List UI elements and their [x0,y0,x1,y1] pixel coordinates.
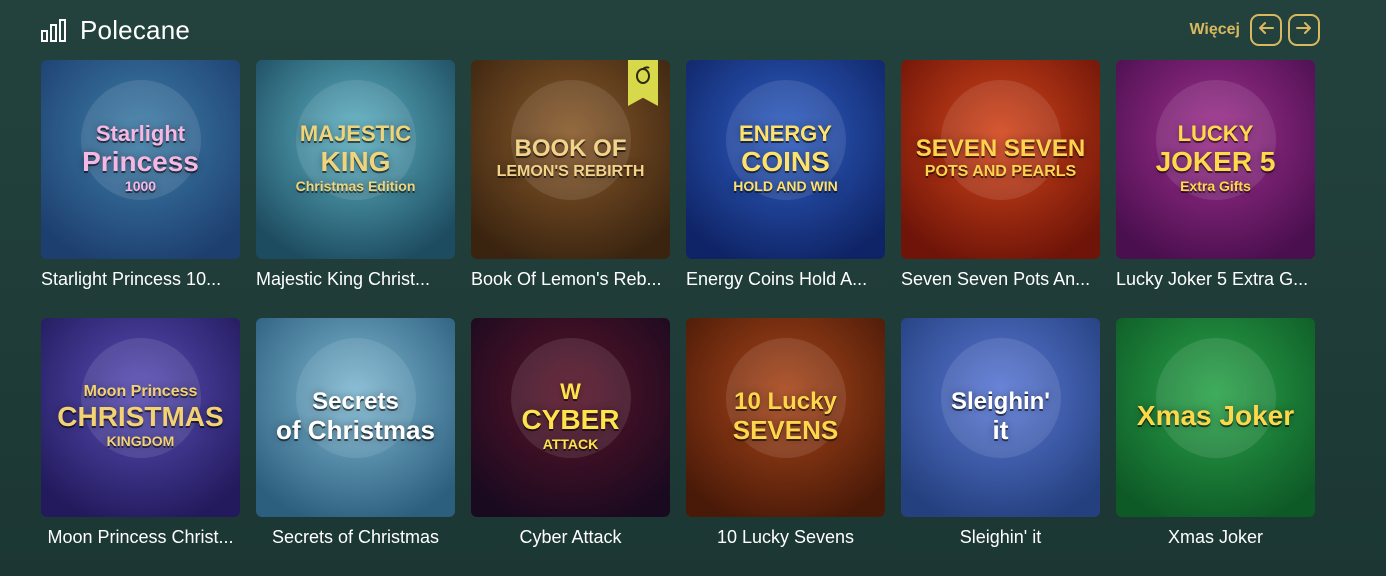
game-logo-text: LUCKY [1177,121,1254,146]
game-thumbnail[interactable]: SEVEN SEVEN POTS AND PEARLS [901,60,1100,259]
arrow-right-icon [1295,21,1313,40]
game-logo-text: ATTACK [542,436,599,452]
arrow-left-icon [1257,21,1275,40]
game-logo-text: KING [320,146,391,177]
game-logo-text: it [992,414,1009,445]
game-logo-art: ENERGY COINS HOLD AND WIN [727,117,843,202]
game-logo-art: LUCKY JOKER 5 Extra Gifts [1150,117,1282,202]
carousel-controls: Więcej [1189,14,1320,46]
game-logo-text: HOLD AND WIN [733,178,838,194]
game-title[interactable]: Majestic King Christ... [256,269,455,293]
game-logo-text: Princess [82,146,199,177]
game-title[interactable]: Sleighin' it [901,527,1100,551]
game-title[interactable]: Moon Princess Christ... [41,527,240,551]
game-logo-art: MAJESTIC KING Christmas Edition [290,117,422,202]
game-logo-art: Starlight Princess 1000 [76,117,205,202]
game-thumbnail[interactable]: LUCKY JOKER 5 Extra Gifts [1116,60,1315,259]
game-logo-text: MAJESTIC [299,121,412,146]
game-tile[interactable]: LUCKY JOKER 5 Extra Gifts Lucky Joker 5 Ext… [1116,60,1315,293]
game-logo-text: 1000 [124,178,157,194]
game-logo-art: Xmas Joker [1131,396,1300,439]
game-tile[interactable]: Moon Princess CHRISTMAS KINGDOM Moon Prince… [41,318,240,551]
game-thumbnail[interactable]: Starlight Princess 1000 [41,60,240,259]
game-title[interactable]: Secrets of Christmas [256,527,455,551]
game-title[interactable]: Book Of Lemon's Reb... [471,269,670,293]
chart-bars-icon [40,16,68,44]
game-title[interactable]: Energy Coins Hold A... [686,269,885,293]
game-tile[interactable]: W CYBER ATTACK Cyber Attack [471,318,670,551]
prev-button[interactable] [1250,14,1282,46]
game-logo-art: BOOK OF LEMON'S REBIRTH [491,131,651,189]
game-logo-art: W CYBER ATTACK [515,375,625,460]
game-logo-text: POTS AND PEARLS [924,162,1077,180]
game-logo-art: Moon Princess CHRISTMAS KINGDOM [51,378,229,457]
game-logo-text: COINS [741,146,830,177]
game-tile[interactable]: Xmas Joker Xmas Joker [1116,318,1315,551]
game-thumbnail[interactable]: MAJESTIC KING Christmas Edition [256,60,455,259]
game-title[interactable]: Lucky Joker 5 Extra G... [1116,269,1315,293]
game-title[interactable]: Xmas Joker [1116,527,1315,551]
game-thumbnail[interactable]: Moon Princess CHRISTMAS KINGDOM [41,318,240,517]
section-title: Polecane [80,14,191,45]
game-title[interactable]: 10 Lucky Sevens [686,527,885,551]
game-logo-art: 10 Lucky SEVENS [727,384,845,452]
game-logo-text: CHRISTMAS [57,401,224,432]
game-tile[interactable]: ENERGY COINS HOLD AND WIN Energy Coins Hold… [686,60,885,293]
next-button[interactable] [1288,14,1320,46]
game-title[interactable]: Seven Seven Pots An... [901,269,1100,293]
game-thumbnail[interactable]: BOOK OF LEMON'S REBIRTH [471,60,670,259]
game-tile[interactable]: BOOK OF LEMON'S REBIRTH Book Of Lemon's Re… [471,60,670,293]
game-thumbnail[interactable]: Xmas Joker [1116,318,1315,517]
game-tile[interactable]: SEVEN SEVEN POTS AND PEARLS Seven Seven Po… [901,60,1100,293]
game-thumbnail[interactable]: 10 Lucky SEVENS [686,318,885,517]
game-tile[interactable]: Sleighin' it Sleighin' it [901,318,1100,551]
lemon-badge-icon [628,60,658,106]
game-logo-text: 10 Lucky [734,387,837,415]
game-logo-text: KINGDOM [106,433,175,449]
game-title[interactable]: Cyber Attack [471,527,670,551]
section-title-group: Polecane [40,15,190,46]
game-logo-text: SEVENS [732,414,839,445]
game-logo-text: SEVEN SEVEN [915,134,1086,162]
game-logo-text: of Christmas [276,414,435,445]
game-logo-text: CYBER [521,404,620,435]
game-logo-art: Secrets of Christmas [270,384,441,452]
game-logo-text: Moon Princess [83,383,198,400]
game-tile[interactable]: MAJESTIC KING Christmas Edition Majestic Ki… [256,60,455,293]
game-logo-text: LEMON'S REBIRTH [496,162,645,180]
game-tile[interactable]: Secrets of Christmas Secrets of Christmas [256,318,455,551]
game-thumbnail[interactable]: Secrets of Christmas [256,318,455,517]
game-tile[interactable]: Starlight Princess 1000 Starlight Princess … [41,60,240,293]
game-grid: Starlight Princess 1000 Starlight Princess … [41,60,1315,551]
game-logo-text: Extra Gifts [1180,178,1251,194]
game-logo-text: BOOK OF [514,134,627,162]
game-logo-art: Sleighin' it [945,384,1056,452]
game-tile[interactable]: 10 Lucky SEVENS 10 Lucky Sevens [686,318,885,551]
game-logo-text: Christmas Edition [295,178,416,194]
game-logo-text: Sleighin' [950,387,1051,415]
game-logo-art: SEVEN SEVEN POTS AND PEARLS [910,131,1091,189]
game-logo-text: JOKER 5 [1155,146,1276,177]
section-header: Polecane Więcej [40,12,1320,48]
game-thumbnail[interactable]: ENERGY COINS HOLD AND WIN [686,60,885,259]
game-logo-text: Secrets [312,387,399,415]
game-title[interactable]: Starlight Princess 10... [41,269,240,293]
more-link[interactable]: Więcej [1189,21,1240,39]
game-thumbnail[interactable]: Sleighin' it [901,318,1100,517]
game-thumbnail[interactable]: W CYBER ATTACK [471,318,670,517]
game-logo-text: ENERGY [739,121,832,146]
game-logo-text: Starlight [95,121,186,146]
game-logo-text: Xmas Joker [1136,400,1295,431]
game-logo-text: W [560,379,581,404]
